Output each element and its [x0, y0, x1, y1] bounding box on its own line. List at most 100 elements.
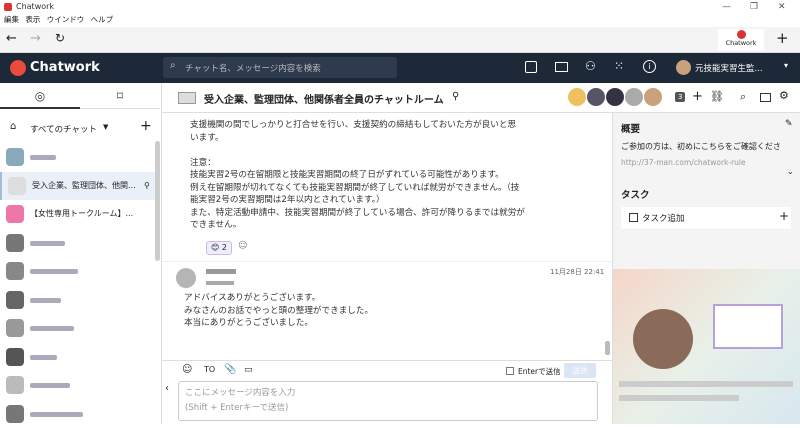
- send-button[interactable]: 送信: [564, 363, 596, 378]
- video-icon[interactable]: ▭: [244, 365, 253, 375]
- sidebar-scrollbar[interactable]: [155, 141, 160, 261]
- apps-grid-icon[interactable]: ⁙: [614, 59, 624, 73]
- avatar: [6, 262, 24, 280]
- add-chat-button[interactable]: +: [140, 118, 152, 134]
- collapse-sidebar-icon[interactable]: ‹: [165, 383, 169, 394]
- avatar: [6, 376, 24, 394]
- tab-chats[interactable]: ◎: [0, 83, 80, 109]
- reload-icon[interactable]: ↻: [55, 31, 65, 45]
- attach-icon[interactable]: 📎: [224, 364, 236, 375]
- sidebar-item-room[interactable]: [0, 343, 160, 371]
- app-logo-text: Chatwork: [30, 60, 100, 75]
- avatar: [6, 233, 24, 252]
- chat-bubble-icon: ◎: [34, 89, 46, 103]
- user-avatar[interactable]: [676, 60, 691, 75]
- gear-icon[interactable]: ⚙: [779, 89, 789, 102]
- avatar: [6, 290, 24, 309]
- chat-filter-dropdown[interactable]: すべてのチャット: [30, 123, 97, 135]
- back-icon[interactable]: ←: [6, 31, 17, 46]
- to-button[interactable]: TO: [204, 365, 215, 374]
- collapse-icon[interactable]: ⌄: [787, 167, 794, 176]
- browser-nav-bar: ← → ↻ Chatwork +: [0, 27, 800, 53]
- task-check-icon[interactable]: [525, 61, 537, 73]
- search-placeholder: チャット名、メッセージ内容を検索: [185, 64, 321, 74]
- new-tab-icon[interactable]: +: [776, 29, 789, 47]
- avatar: [176, 268, 196, 288]
- info-icon[interactable]: i: [643, 60, 656, 73]
- minimize-icon[interactable]: —: [722, 2, 731, 12]
- search-input[interactable]: ⌕ チャット名、メッセージ内容を検索: [163, 57, 397, 78]
- sidebar-item-room[interactable]: [0, 257, 160, 285]
- folder-icon[interactable]: [760, 93, 771, 102]
- blurred-room-name: [30, 155, 56, 160]
- sidebar: ◎ ⌑ ⌂ すべてのチャット ▼ + 受入企業、監理団体、他関... ⚲ 【女性専用…: [0, 83, 162, 424]
- sidebar-item-room[interactable]: 受入企業、監理団体、他関... ⚲: [0, 171, 160, 200]
- maximize-icon[interactable]: ❐: [750, 2, 758, 12]
- pin-icon[interactable]: ⚲: [452, 91, 459, 102]
- avatar: [6, 347, 24, 366]
- chevron-down-icon[interactable]: ▾: [784, 61, 788, 70]
- username[interactable]: 元技能実習生監...: [695, 62, 763, 74]
- avatar: [6, 148, 24, 166]
- sidebar-item-room[interactable]: [0, 371, 160, 399]
- add-reaction-icon[interactable]: ☺: [238, 241, 247, 251]
- add-task-label: タスク追加: [642, 214, 685, 224]
- sidebar-item-room[interactable]: [0, 143, 160, 171]
- add-task-button[interactable]: タスク追加 +: [621, 207, 791, 229]
- sidebar-item-room[interactable]: [0, 400, 160, 428]
- sender-name-blurred: [206, 269, 236, 274]
- checkbox-icon: [629, 213, 638, 222]
- message-input[interactable]: ここにメッセージ内容を入力 (Shift + Enterキーで送信): [178, 381, 598, 421]
- blurred-room-name: [30, 240, 65, 246]
- chevron-down-icon[interactable]: ▼: [103, 123, 108, 131]
- avatar: [8, 176, 26, 195]
- blurred-room-name: [30, 269, 78, 274]
- avatar: [6, 205, 24, 223]
- sidebar-item-room[interactable]: [0, 229, 160, 257]
- message-line: みなさんのお話でやっと頭の整理ができました。: [184, 305, 374, 316]
- sidebar-item-room[interactable]: [0, 286, 160, 314]
- message-line: 本当にありがとうございました。: [184, 318, 313, 328]
- bookmark-icon: ⌑: [116, 89, 124, 103]
- emoji-icon: 😊: [211, 243, 220, 252]
- message-input-hint: (Shift + Enterキーで送信): [185, 403, 289, 413]
- menu-window[interactable]: ウインドウ: [47, 15, 85, 24]
- chat-scrollbar[interactable]: [605, 341, 610, 355]
- tab-bookmarks[interactable]: ⌑: [80, 83, 160, 109]
- mention-blurred: [206, 281, 234, 285]
- blurred-room-name: [30, 411, 83, 417]
- sidebar-item-room[interactable]: 【女性専用トークルーム】...: [0, 200, 160, 228]
- menu-view[interactable]: 表示: [25, 15, 40, 24]
- app-icon: [4, 3, 12, 11]
- browser-tab[interactable]: Chatwork: [718, 29, 764, 51]
- member-count-badge[interactable]: 3: [675, 92, 686, 102]
- emoji-picker-icon[interactable]: ☺: [182, 364, 192, 375]
- close-icon[interactable]: ✕: [778, 2, 786, 12]
- message-composer: ☺ TO 📎 ▭ Enterで送信 送信 ‹ ここにメッセージ内容を入力 (Sh…: [162, 360, 612, 424]
- blurred-room-name: [30, 326, 74, 331]
- link-icon[interactable]: ⛓: [710, 90, 724, 103]
- room-info-panel: 概要 ✎ ご参加の方は、初めにこちらをご確認くださ http://37-man.…: [612, 113, 800, 424]
- window-title: Chatwork: [16, 2, 55, 11]
- forward-icon[interactable]: →: [30, 31, 41, 46]
- reaction-badge[interactable]: 😊 2: [206, 241, 232, 255]
- enter-send-checkbox[interactable]: [506, 367, 514, 375]
- overview-title: 概要: [621, 124, 641, 135]
- add-member-icon[interactable]: +: [692, 89, 703, 104]
- menu-edit[interactable]: 編集: [4, 15, 19, 24]
- sidebar-item-room[interactable]: [0, 314, 160, 342]
- advertisement-image[interactable]: [613, 269, 800, 424]
- menu-help[interactable]: ヘルプ: [91, 15, 114, 24]
- folder-icon[interactable]: [555, 62, 568, 72]
- reaction-count: 2: [221, 243, 227, 252]
- edit-icon[interactable]: ✎: [785, 119, 793, 129]
- room-title: 受入企業、監理団体、他関係者全員のチャットルーム: [204, 95, 444, 106]
- message-line: できません。: [190, 220, 242, 230]
- overview-link[interactable]: http://37-man.com/chatwork-rule: [621, 158, 746, 167]
- pin-icon[interactable]: ⚲: [144, 172, 150, 200]
- room-avatar: [178, 92, 196, 104]
- contacts-icon[interactable]: ⚇: [585, 59, 596, 73]
- home-icon[interactable]: ⌂: [10, 121, 16, 132]
- member-avatars[interactable]: [568, 88, 676, 108]
- search-icon[interactable]: ⌕: [740, 90, 746, 104]
